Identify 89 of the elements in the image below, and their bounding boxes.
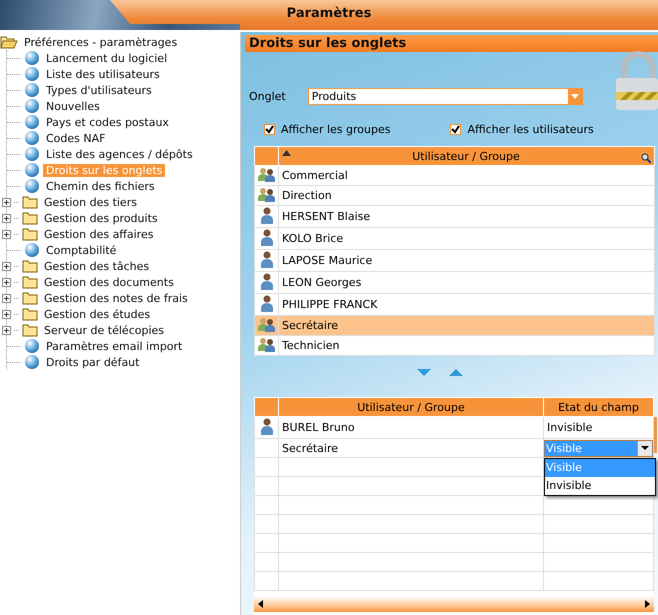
sphere-icon bbox=[24, 130, 40, 146]
caret-icon bbox=[570, 94, 579, 98]
tree-item[interactable]: Paramètres email import bbox=[43, 340, 186, 352]
list-row[interactable]: Technicien bbox=[278, 336, 654, 356]
expand-icon[interactable] bbox=[2, 230, 11, 238]
people-icon bbox=[258, 166, 276, 182]
folder-icon bbox=[22, 323, 38, 337]
dropdown-option[interactable]: Invisible bbox=[545, 477, 655, 495]
caret-icon bbox=[641, 446, 649, 450]
tree-item[interactable]: Préférences - paramètrages bbox=[21, 36, 180, 48]
scroll-right-icon[interactable] bbox=[645, 600, 650, 608]
sphere-icon bbox=[24, 98, 40, 114]
sphere-icon bbox=[24, 162, 40, 178]
sort-up-icon bbox=[282, 150, 291, 156]
sphere-icon bbox=[24, 338, 40, 354]
horizontal-scrollbar[interactable] bbox=[254, 596, 654, 612]
tree-item[interactable]: Types d'utilisateurs bbox=[43, 84, 155, 96]
expand-icon[interactable] bbox=[2, 262, 11, 270]
list-row[interactable]: LEON Georges bbox=[278, 272, 654, 294]
tree-item[interactable]: Gestion des études bbox=[41, 308, 154, 320]
expand-icon[interactable] bbox=[2, 310, 11, 318]
checkbox-label: Afficher les utilisateurs bbox=[467, 123, 594, 136]
checkbox-label: Afficher les groupes bbox=[281, 123, 390, 136]
people-icon bbox=[258, 336, 276, 352]
list-row[interactable]: Commercial bbox=[278, 166, 654, 186]
column-header[interactable]: Utilisateur / Groupe bbox=[278, 146, 654, 166]
person-icon bbox=[260, 417, 274, 435]
list-row[interactable]: HERSENT Blaise bbox=[278, 206, 654, 228]
tree-item[interactable]: Gestion des tâches bbox=[41, 260, 152, 272]
person-icon bbox=[260, 294, 274, 312]
column-header[interactable]: Etat du champ bbox=[544, 398, 654, 416]
checkbox[interactable] bbox=[450, 124, 462, 135]
tree-item[interactable]: Nouvelles bbox=[43, 100, 103, 112]
tree-item[interactable]: Serveur de télécopies bbox=[41, 324, 168, 336]
list-row[interactable]: Direction bbox=[278, 186, 654, 206]
sphere-icon bbox=[24, 178, 40, 194]
list-row[interactable]: KOLO Brice bbox=[278, 228, 654, 250]
folder-icon bbox=[22, 307, 38, 321]
expand-icon[interactable] bbox=[2, 278, 11, 286]
column-header[interactable]: Utilisateur / Groupe bbox=[278, 398, 544, 416]
tree-item[interactable]: Lancement du logiciel bbox=[43, 52, 170, 64]
sphere-icon bbox=[24, 50, 40, 66]
tree-item[interactable]: Codes NAF bbox=[43, 132, 108, 144]
sphere-icon bbox=[24, 354, 40, 370]
tree-item[interactable]: Comptabilité bbox=[43, 244, 120, 256]
tree-item[interactable]: Gestion des notes de frais bbox=[41, 292, 191, 304]
people-icon bbox=[258, 186, 276, 202]
table-cell: Invisible bbox=[544, 416, 654, 438]
sphere-icon bbox=[24, 242, 40, 258]
padlock-icon bbox=[614, 50, 658, 112]
expand-icon[interactable] bbox=[2, 326, 11, 334]
folder-icon bbox=[22, 275, 38, 289]
tree-item[interactable]: Gestion des produits bbox=[41, 212, 161, 224]
list-row[interactable]: LAPOSE Maurice bbox=[278, 250, 654, 272]
scroll-left-icon[interactable] bbox=[258, 600, 263, 608]
tree-item[interactable]: Gestion des tiers bbox=[41, 196, 140, 208]
person-icon bbox=[260, 272, 274, 290]
folder-icon bbox=[22, 227, 38, 241]
window-title: Paramètres bbox=[286, 6, 372, 21]
tree-item[interactable]: Gestion des affaires bbox=[41, 228, 156, 240]
checkbox[interactable] bbox=[264, 124, 275, 135]
tree-item[interactable]: Droits par défaut bbox=[43, 356, 142, 368]
section-header: Droits sur les onglets bbox=[245, 35, 658, 52]
folder-icon bbox=[22, 211, 38, 225]
table-cell: BUREL Bruno bbox=[278, 416, 544, 438]
table-cell: Secrétaire bbox=[278, 438, 544, 458]
tab-dropdown[interactable]: Produits bbox=[308, 88, 583, 104]
tree-item[interactable]: Chemin des fichiers bbox=[43, 180, 158, 192]
tree-item[interactable]: Liste des utilisateurs bbox=[43, 68, 163, 80]
expand-icon[interactable] bbox=[2, 294, 11, 302]
search-icon bbox=[640, 152, 651, 162]
field-label: Onglet bbox=[249, 90, 286, 102]
person-icon bbox=[260, 206, 274, 224]
people-icon bbox=[258, 316, 276, 332]
tree-item[interactable]: Gestion des documents bbox=[41, 276, 177, 288]
list-row[interactable]: Secrétaire bbox=[278, 316, 654, 336]
folder-icon bbox=[22, 259, 38, 273]
expand-icon[interactable] bbox=[2, 214, 11, 222]
folder-icon bbox=[22, 195, 38, 209]
tree-item[interactable]: Liste des agences / dépôts bbox=[43, 148, 196, 160]
sphere-icon bbox=[24, 146, 40, 162]
person-icon bbox=[260, 228, 274, 246]
sphere-icon bbox=[24, 82, 40, 98]
expand-icon[interactable] bbox=[2, 198, 11, 206]
person-icon bbox=[260, 250, 274, 268]
tree-item[interactable]: Pays et codes postaux bbox=[43, 116, 172, 128]
sphere-icon bbox=[24, 114, 40, 130]
sphere-icon bbox=[24, 66, 40, 82]
folder-icon bbox=[22, 291, 38, 305]
